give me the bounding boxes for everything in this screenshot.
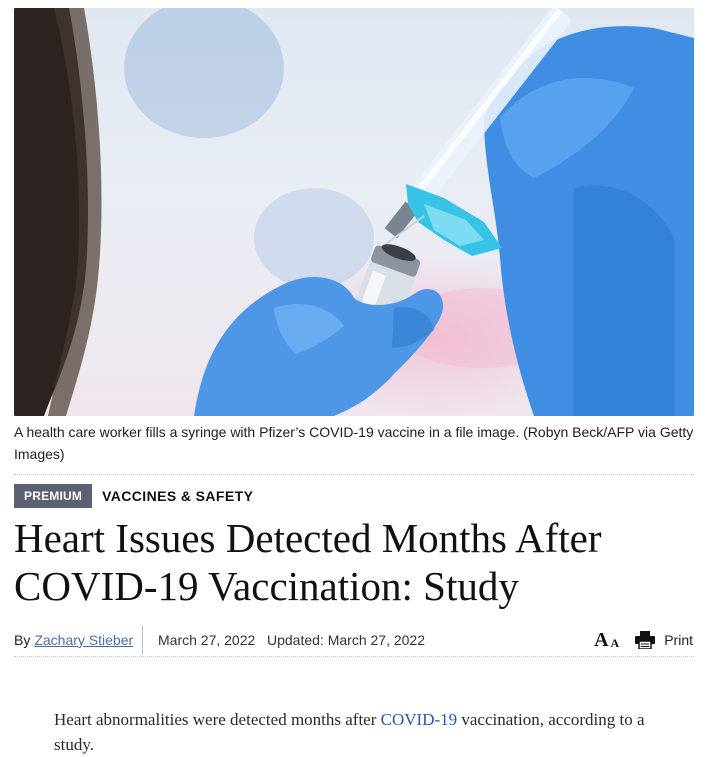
print-label: Print <box>664 632 693 648</box>
covid-link[interactable]: COVID-19 <box>381 710 458 729</box>
article-title: Heart Issues Detected Months After COVID… <box>14 514 694 610</box>
font-size-small-glyph: A <box>610 636 620 650</box>
vaccine-photo <box>14 8 694 416</box>
publish-date: March 27, 2022 <box>158 632 256 648</box>
byline-author-block: By Zachary Stieber <box>14 632 133 648</box>
updated-date: Updated: March 27, 2022 <box>267 632 425 648</box>
article-tools: A A Print <box>594 628 693 652</box>
printer-icon <box>635 631 656 649</box>
font-size-large-glyph: A <box>594 629 609 651</box>
author-link[interactable]: Zachary Stieber <box>34 632 133 648</box>
article-title-line-2: COVID-19 Vaccination: Study <box>14 563 519 609</box>
byline-by-label: By <box>14 632 31 648</box>
byline-separator <box>142 626 143 654</box>
lede-text-1: Heart abnormalities were detected months… <box>54 710 377 729</box>
premium-badge: PREMIUM <box>14 484 93 508</box>
font-size-button[interactable]: A A <box>594 630 619 650</box>
print-button[interactable]: Print <box>635 631 693 649</box>
article-title-line-1: Heart Issues Detected Months After <box>14 515 602 561</box>
article-tags: PREMIUM VACCINES & SAFETY <box>14 484 253 508</box>
image-caption: A health care worker fills a syringe wit… <box>14 424 694 462</box>
section-link[interactable]: VACCINES & SAFETY <box>102 488 253 504</box>
byline: By Zachary Stieber March 27, 2022 Updated… <box>14 626 694 656</box>
divider <box>14 474 694 475</box>
article-lede: Heart abnormalities were detected months… <box>54 707 654 757</box>
hero-image <box>14 8 694 416</box>
divider <box>14 656 694 657</box>
